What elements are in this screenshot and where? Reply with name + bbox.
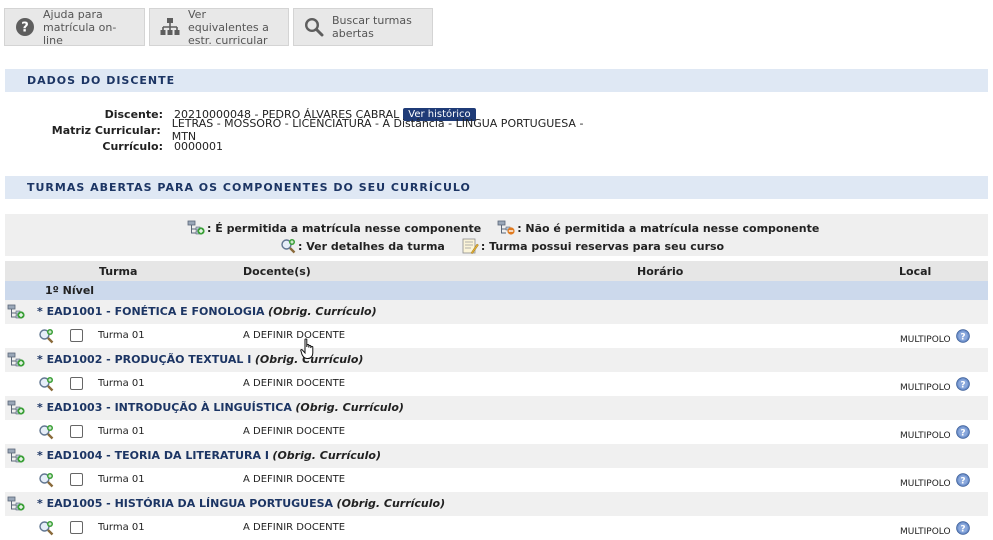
class-location: MULTIPOLO	[900, 527, 951, 537]
class-checkbox[interactable]	[70, 329, 83, 342]
classes-section-header: TURMAS ABERTAS PARA OS COMPONENTES DO SE…	[5, 176, 988, 200]
component-code[interactable]: * EAD1002 - PRODUÇÃO TEXTUAL I	[37, 353, 251, 366]
question-circle-icon: ?	[16, 18, 34, 36]
tree-plus-icon	[187, 220, 205, 236]
tree-plus-icon[interactable]	[7, 496, 25, 512]
table-header: Turma Docente(s) Horário Local	[5, 261, 988, 281]
component-row: * EAD1001 - FONÉTICA E FONOLOGIA (Obrig.…	[5, 300, 988, 324]
class-location: MULTIPOLO	[900, 335, 951, 345]
magnifier-plus-icon[interactable]	[38, 520, 54, 536]
discente-label: Discente:	[104, 107, 163, 121]
class-name: Turma 01	[98, 522, 145, 533]
tree-block-icon	[497, 220, 515, 236]
svg-text:?: ?	[21, 21, 29, 36]
component-row: * EAD1004 - TEORIA DA LITERATURA I (Obri…	[5, 444, 988, 468]
magnifier-plus-icon[interactable]	[38, 376, 54, 392]
header-local: Local	[899, 265, 932, 278]
hand-cursor-icon	[300, 338, 314, 359]
magnifier-icon	[304, 17, 324, 37]
matriz-label: Matriz Curricular:	[51, 123, 161, 137]
class-location: MULTIPOLO	[900, 479, 951, 489]
class-teacher: A DEFINIR DOCENTE	[243, 474, 346, 485]
hierarchy-icon	[160, 18, 180, 35]
help-bubble-icon[interactable]	[956, 425, 970, 439]
component-row: * EAD1003 - INTRODUÇÃO À LINGUÍSTICA (Ob…	[5, 396, 988, 420]
component-code[interactable]: * EAD1001 - FONÉTICA E FONOLOGIA	[37, 305, 265, 318]
level-row: 1º Nível	[5, 281, 988, 300]
legend-reserves: : Turma possui reservas para seu curso	[480, 239, 725, 253]
legend: : É permitida a matrícula nesse componen…	[5, 214, 988, 256]
class-name: Turma 01	[98, 378, 145, 389]
class-location: MULTIPOLO	[900, 431, 951, 441]
help-bubble-icon[interactable]	[956, 473, 970, 487]
class-teacher: A DEFINIR DOCENTE	[243, 426, 346, 437]
curriculo-label: Currículo:	[102, 139, 163, 153]
tree-plus-icon[interactable]	[7, 304, 25, 320]
class-teacher: A DEFINIR DOCENTE	[243, 378, 346, 389]
help-enrollment-label: Ajuda para matrícula on-line	[43, 7, 117, 47]
magnifier-plus-icon[interactable]	[38, 328, 54, 344]
component-type: (Obrig. Currículo)	[268, 305, 377, 318]
toolbar: ? Ajuda para matrícula on-line Ver equiv…	[4, 7, 433, 47]
class-checkbox[interactable]	[70, 521, 83, 534]
component-code[interactable]: * EAD1004 - TEORIA DA LITERATURA I	[37, 449, 269, 462]
level-label: 1º Nível	[45, 284, 95, 297]
legend-allowed: : É permitida a matrícula nesse componen…	[207, 221, 482, 235]
student-info: Discente: 20210000048 - PEDRO ÁLVARES CA…	[5, 106, 605, 154]
class-checkbox[interactable]	[70, 473, 83, 486]
component-type: (Obrig. Currículo)	[295, 401, 404, 414]
class-checkbox[interactable]	[70, 425, 83, 438]
class-name: Turma 01	[98, 426, 145, 437]
magnifier-plus-icon	[280, 238, 296, 254]
search-classes-label: Buscar turmas abertas	[332, 14, 412, 40]
class-row: Turma 01 A DEFINIR DOCENTE MULTIPOLO	[5, 372, 988, 396]
component-code[interactable]: * EAD1003 - INTRODUÇÃO À LINGUÍSTICA	[37, 401, 292, 414]
class-row: Turma 01 A DEFINIR DOCENTE MULTIPOLO	[5, 468, 988, 492]
class-teacher: A DEFINIR DOCENTE	[243, 330, 346, 341]
view-equivalents-button[interactable]: Ver equivalentes a estr. curricular	[149, 7, 289, 47]
matriz-value: LETRAS - MOSSORÓ - LICENCIATURA - A Dist…	[171, 117, 584, 143]
help-bubble-icon[interactable]	[956, 329, 970, 343]
class-row: Turma 01 A DEFINIR DOCENTE MULTIPOLO	[5, 324, 988, 348]
notepad-icon	[461, 238, 479, 254]
component-row: * EAD1002 - PRODUÇÃO TEXTUAL I (Obrig. C…	[5, 348, 988, 372]
class-row: Turma 01 A DEFINIR DOCENTE MULTIPOLO	[5, 420, 988, 444]
component-type: (Obrig. Currículo)	[272, 449, 381, 462]
legend-details: : Ver detalhes da turma	[298, 239, 445, 253]
class-checkbox[interactable]	[70, 377, 83, 390]
search-classes-button[interactable]: Buscar turmas abertas	[293, 8, 433, 46]
component-row: * EAD1005 - HISTÓRIA DA LÍNGUA PORTUGUES…	[5, 492, 988, 516]
legend-not-allowed: : Não é permitida a matrícula nesse comp…	[517, 221, 820, 235]
help-bubble-icon[interactable]	[956, 377, 970, 391]
header-turma: Turma	[99, 265, 138, 278]
component-type: (Obrig. Currículo)	[336, 497, 446, 510]
class-teacher: A DEFINIR DOCENTE	[243, 522, 346, 533]
tree-plus-icon[interactable]	[7, 352, 25, 368]
class-location: MULTIPOLO	[900, 383, 951, 393]
header-horario: Horário	[637, 265, 684, 278]
magnifier-plus-icon[interactable]	[38, 424, 54, 440]
class-row: Turma 01 A DEFINIR DOCENTE MULTIPOLO	[5, 516, 988, 540]
class-name: Turma 01	[98, 330, 145, 341]
help-enrollment-button[interactable]: ? Ajuda para matrícula on-line	[4, 7, 145, 47]
tree-plus-icon[interactable]	[7, 400, 25, 416]
class-name: Turma 01	[98, 474, 145, 485]
view-equivalents-label: Ver equivalentes a estr. curricular	[188, 7, 269, 47]
header-docente: Docente(s)	[243, 265, 311, 278]
component-code[interactable]: * EAD1005 - HISTÓRIA DA LÍNGUA PORTUGUES…	[37, 497, 333, 510]
tree-plus-icon[interactable]	[7, 448, 25, 464]
help-bubble-icon[interactable]	[956, 521, 970, 535]
curriculo-value: 0000001	[174, 139, 223, 153]
magnifier-plus-icon[interactable]	[38, 472, 54, 488]
student-section-header: DADOS DO DISCENTE	[5, 69, 988, 93]
